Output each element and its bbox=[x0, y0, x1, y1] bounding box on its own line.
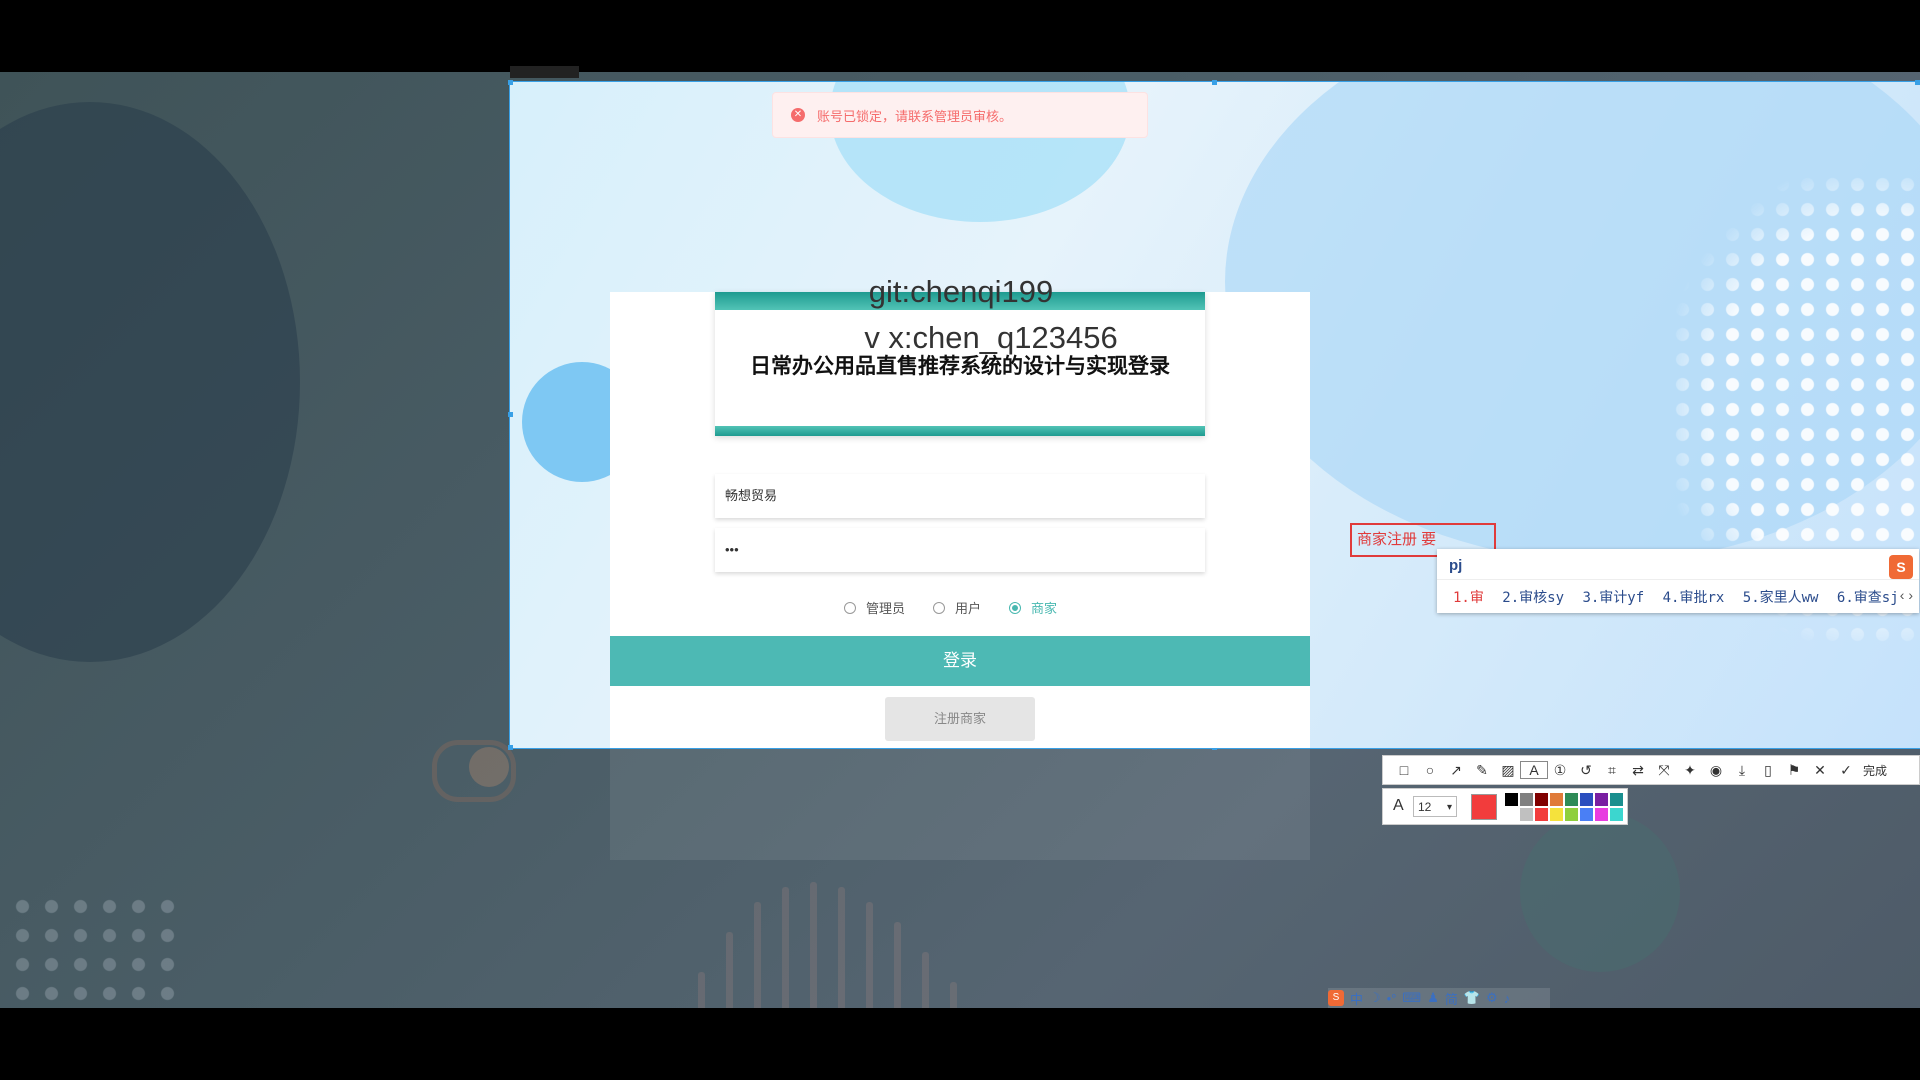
ime-candidate[interactable]: 2.审核sy bbox=[1502, 590, 1564, 606]
dimmed-form-area bbox=[610, 748, 1310, 860]
login-card: git:chenqi199 v x:chen_q123456 日常办公用品直售推… bbox=[610, 274, 1310, 748]
ime-candidate[interactable]: 5.家里人ww bbox=[1743, 590, 1819, 606]
long-capture-icon[interactable]: ⤧ bbox=[1651, 762, 1677, 779]
divider bbox=[1437, 579, 1919, 580]
check-icon[interactable]: ✓ bbox=[1833, 762, 1859, 779]
sogou-logo-icon[interactable]: S bbox=[1328, 990, 1344, 1006]
ime-candidate[interactable]: 4.审批rx bbox=[1663, 590, 1725, 606]
tray-item[interactable]: •° bbox=[1387, 991, 1397, 1006]
ime-composition: pj bbox=[1449, 557, 1463, 574]
ocr-icon[interactable]: ⌗ bbox=[1599, 762, 1625, 779]
resize-handle[interactable] bbox=[508, 745, 513, 750]
color-swatch[interactable] bbox=[1610, 808, 1623, 821]
tray-item[interactable]: ♟ bbox=[1427, 990, 1439, 1006]
radio-button[interactable] bbox=[844, 601, 856, 614]
register-merchant-button[interactable]: 注册商家 bbox=[885, 697, 1035, 741]
ime-candidate[interactable]: 3.审计yf bbox=[1582, 590, 1644, 606]
color-swatch[interactable] bbox=[1550, 793, 1563, 806]
arrow-icon[interactable]: ↗ bbox=[1443, 762, 1469, 779]
error-circle-icon: ✕ bbox=[791, 108, 805, 122]
color-swatch[interactable] bbox=[1535, 808, 1548, 821]
ime-page-nav[interactable]: ‹ › bbox=[1900, 587, 1913, 603]
password-input[interactable]: ••• bbox=[715, 528, 1205, 572]
color-swatch[interactable] bbox=[1610, 793, 1623, 806]
resize-handle[interactable] bbox=[1915, 80, 1920, 85]
color-swatch[interactable] bbox=[1580, 793, 1593, 806]
role-label: 用户 bbox=[955, 601, 982, 616]
capture-size-label bbox=[510, 66, 579, 78]
font-size-select[interactable]: 12 bbox=[1413, 796, 1457, 818]
pin-icon[interactable]: ✦ bbox=[1677, 762, 1703, 779]
bg-bars-decoration bbox=[660, 882, 1040, 1008]
role-label: 商家 bbox=[1031, 601, 1058, 616]
radio-button[interactable] bbox=[1009, 601, 1022, 614]
ime-candidate[interactable]: 6.审查sj bbox=[1837, 590, 1899, 606]
resize-handle[interactable] bbox=[508, 80, 513, 85]
bg-dot-grid bbox=[8, 892, 178, 1002]
username-input[interactable]: 畅想贸易 bbox=[715, 474, 1205, 518]
role-radio-group: 管理员 用户 商家 bbox=[844, 598, 1085, 617]
login-button[interactable]: 登录 bbox=[610, 636, 1310, 686]
bg-circle bbox=[0, 102, 300, 662]
bg-toggle-decoration bbox=[432, 740, 516, 802]
color-swatch[interactable] bbox=[1595, 793, 1608, 806]
color-swatch[interactable] bbox=[1505, 793, 1518, 806]
tray-item[interactable]: 中 bbox=[1350, 989, 1363, 1008]
color-swatch[interactable] bbox=[1565, 793, 1578, 806]
role-label: 管理员 bbox=[866, 601, 906, 616]
record-icon[interactable]: ◉ bbox=[1703, 762, 1729, 779]
role-option-user[interactable]: 用户 bbox=[933, 598, 981, 617]
mosaic-icon[interactable]: ▨ bbox=[1495, 762, 1521, 779]
color-swatch[interactable] bbox=[1565, 808, 1578, 821]
watermark-line: git:chenqi199 bbox=[868, 274, 1054, 309]
radio-button[interactable] bbox=[933, 601, 946, 614]
text-style-toolbar: A 12 bbox=[1382, 788, 1628, 825]
ime-candidate-window: pj S 1.审 2.审核sy 3.审计yf 4.审批rx 5.家里人ww 6.… bbox=[1437, 549, 1919, 613]
ime-candidate-list: 1.审 2.审核sy 3.审计yf 4.审批rx 5.家里人ww 6.审查sj bbox=[1453, 587, 1909, 607]
ime-status-bar: S 中 ☽ •° ⌨ ♟ 简 👕 ⚙ ♪ bbox=[1328, 988, 1550, 1008]
bg-circle bbox=[1520, 812, 1680, 972]
download-icon[interactable]: ⤓ bbox=[1729, 762, 1755, 779]
color-swatch[interactable] bbox=[1580, 808, 1593, 821]
tray-item[interactable]: ⌨ bbox=[1402, 990, 1421, 1006]
role-option-admin[interactable]: 管理员 bbox=[844, 598, 905, 617]
undo-icon[interactable]: ↺ bbox=[1573, 762, 1599, 779]
close-icon[interactable]: ✕ bbox=[1807, 762, 1833, 779]
tray-item[interactable]: ♪ bbox=[1504, 991, 1511, 1006]
tray-item[interactable]: 简 bbox=[1445, 989, 1458, 1008]
tray-item[interactable]: ☽ bbox=[1369, 990, 1381, 1006]
sogou-logo-icon: S bbox=[1889, 555, 1913, 579]
tray-item[interactable]: ⚙ bbox=[1486, 990, 1498, 1006]
bookmark-icon[interactable]: ⚑ bbox=[1781, 762, 1807, 779]
role-option-merchant[interactable]: 商家 bbox=[1009, 598, 1057, 617]
page-title: 日常办公用品直售推荐系统的设计与实现登录 bbox=[750, 355, 1170, 378]
translate-icon[interactable]: ⇄ bbox=[1625, 762, 1651, 779]
done-button[interactable]: 完成 bbox=[1863, 762, 1887, 779]
color-swatch[interactable] bbox=[1520, 808, 1533, 821]
phone-icon[interactable]: ▯ bbox=[1755, 762, 1781, 779]
color-palette bbox=[1505, 793, 1623, 821]
color-swatch[interactable] bbox=[1505, 808, 1518, 821]
rectangle-icon[interactable]: □ bbox=[1391, 762, 1417, 778]
toast-message: 账号已锁定，请联系管理员审核。 bbox=[817, 108, 1013, 124]
pen-icon[interactable]: ✎ bbox=[1469, 762, 1495, 779]
color-swatch[interactable] bbox=[1595, 808, 1608, 821]
number-icon[interactable]: ① bbox=[1547, 762, 1573, 779]
banner-stripe bbox=[715, 426, 1205, 436]
ellipse-icon[interactable]: ○ bbox=[1417, 762, 1443, 778]
resize-handle[interactable] bbox=[508, 412, 513, 417]
color-swatch[interactable] bbox=[1535, 793, 1548, 806]
color-swatch[interactable] bbox=[1520, 793, 1533, 806]
error-toast: ✕ 账号已锁定，请联系管理员审核。 bbox=[772, 92, 1148, 138]
tray-item[interactable]: 👕 bbox=[1464, 990, 1480, 1006]
title-banner: git:chenqi199 v x:chen_q123456 日常办公用品直售推… bbox=[715, 274, 1205, 436]
resize-handle[interactable] bbox=[1212, 80, 1217, 85]
ime-candidate[interactable]: 1.审 bbox=[1453, 590, 1484, 606]
font-icon: A bbox=[1393, 797, 1404, 814]
current-color-swatch[interactable] bbox=[1471, 794, 1497, 820]
color-swatch[interactable] bbox=[1550, 808, 1563, 821]
text-icon[interactable]: A bbox=[1520, 761, 1548, 779]
capture-toolbar: □ ○ ↗ ✎ ▨ A ① ↺ ⌗ ⇄ ⤧ ✦ ◉ ⤓ ▯ ⚑ ✕ ✓ 完成 bbox=[1382, 755, 1920, 785]
